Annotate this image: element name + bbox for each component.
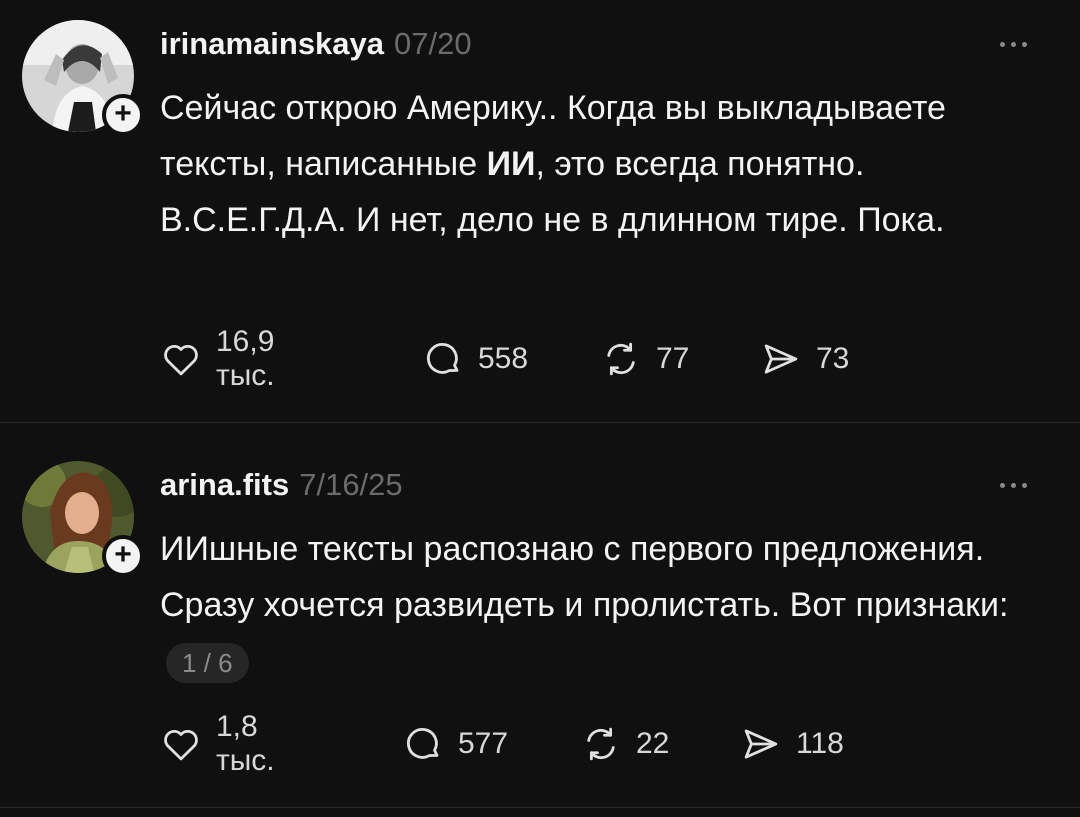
post-text: ИИшные тексты распознаю с первого предло… — [160, 521, 1020, 689]
post-date: 7/16/25 — [299, 467, 403, 502]
repost-button[interactable]: 77 — [600, 336, 689, 382]
post-date: 07/20 — [394, 26, 472, 61]
post-text: Сейчас открою Америку.. Когда вы выклады… — [160, 80, 1020, 248]
username[interactable]: irinamainskaya — [160, 26, 384, 61]
more-dots-icon[interactable] — [1000, 34, 1040, 54]
comment-bubble-icon — [402, 723, 444, 765]
comment-button[interactable]: 558 — [422, 336, 528, 382]
repost-count: 77 — [656, 342, 690, 375]
share-count: 118 — [796, 727, 844, 760]
comment-count: 577 — [458, 727, 509, 760]
share-button[interactable]: 118 — [740, 721, 844, 767]
post-text-bold: ИИ — [486, 145, 536, 183]
post: + irinamainskaya 07/20 Сейчас открою Амер… — [0, 0, 1080, 423]
share-send-icon — [740, 723, 782, 765]
more-dots-icon[interactable] — [1000, 475, 1040, 495]
username[interactable]: arina.fits — [160, 467, 289, 502]
comment-bubble-icon — [422, 338, 464, 380]
share-count: 73 — [816, 342, 850, 375]
post: + arina.fits 7/16/25 ИИшные тексты распоз… — [0, 423, 1080, 808]
comment-count: 558 — [478, 342, 529, 375]
plus-icon: + — [114, 538, 132, 571]
avatar-container[interactable]: + — [22, 461, 144, 577]
avatar-container[interactable]: + — [22, 20, 144, 136]
plus-icon: + — [114, 97, 132, 130]
post-text-part: ИИшные тексты распознаю с первого предло… — [160, 530, 1009, 624]
repost-button[interactable]: 22 — [580, 721, 669, 767]
like-count: 16,9 тыс. — [216, 325, 275, 392]
share-send-icon — [760, 338, 802, 380]
heart-icon — [160, 723, 202, 765]
follow-button[interactable]: + — [102, 94, 144, 136]
comment-button[interactable]: 577 — [402, 721, 508, 767]
media-page-indicator[interactable]: 1 / 6 — [166, 643, 249, 684]
follow-button[interactable]: + — [102, 535, 144, 577]
repost-count: 22 — [636, 727, 670, 760]
like-button[interactable]: 16,9 тыс. — [160, 325, 275, 392]
repost-icon — [580, 723, 622, 765]
share-button[interactable]: 73 — [760, 336, 849, 382]
like-button[interactable]: 1,8 тыс. — [160, 710, 275, 777]
heart-icon — [160, 338, 202, 380]
repost-icon — [600, 338, 642, 380]
post-header: arina.fits 7/16/25 — [160, 465, 403, 505]
like-count: 1,8 тыс. — [216, 710, 275, 777]
post-header: irinamainskaya 07/20 — [160, 24, 472, 64]
